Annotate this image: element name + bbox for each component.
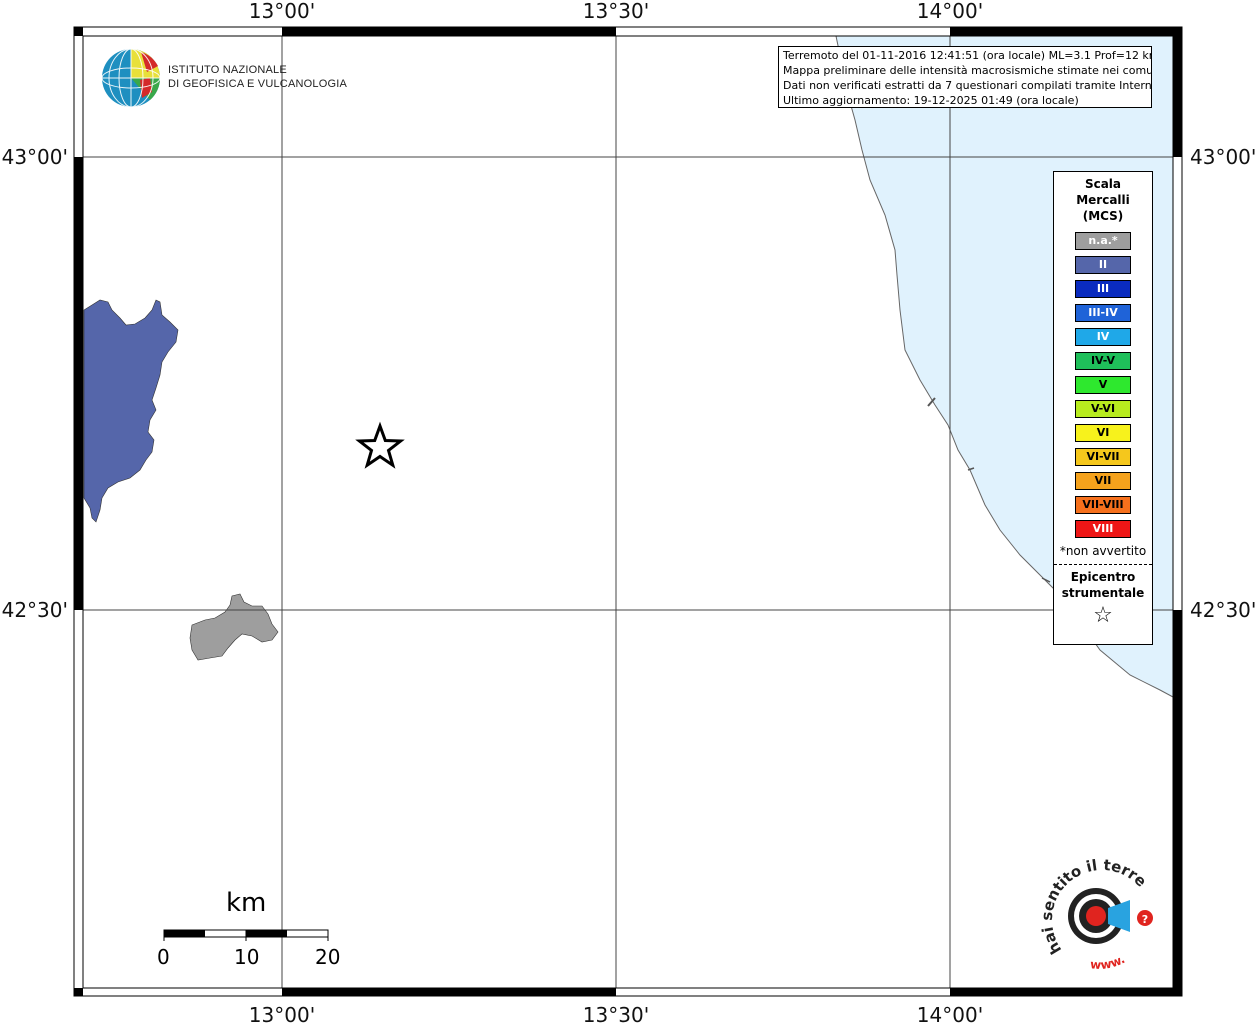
lon-label-bottom-2: 13°30' — [583, 1003, 649, 1024]
legend-item: IV — [1075, 328, 1131, 346]
lon-label-bottom-1: 13°00' — [249, 1003, 315, 1024]
legend-title-2: Mercalli — [1076, 193, 1130, 207]
legend-item: III-IV — [1075, 304, 1131, 322]
legend-item: V — [1075, 376, 1131, 394]
legend-item: VII-VIII — [1075, 496, 1131, 514]
svg-text:?: ? — [1142, 913, 1148, 926]
legend-star-icon: ☆ — [1093, 603, 1113, 628]
legend-item: III — [1075, 280, 1131, 298]
lon-label-bottom-3: 14°00' — [917, 1003, 983, 1024]
legend-title: Scala Mercalli (MCS) — [1054, 176, 1152, 224]
lon-label-top-2: 13°30' — [583, 0, 649, 23]
legend-item: VII — [1075, 472, 1131, 490]
scale-tick-10: 10 — [234, 945, 260, 969]
info-line-2: Mappa preliminare delle intensità macros… — [783, 64, 1152, 77]
lat-label-left-1: 43°00' — [2, 145, 68, 169]
legend-item: IV-V — [1075, 352, 1131, 370]
scale-tick-20: 20 — [315, 945, 341, 969]
event-info-box: Terremoto del 01-11-2016 12:41:51 (ora l… — [778, 46, 1152, 108]
legend-item: n.a.* — [1075, 232, 1131, 250]
scale-title: km — [226, 888, 267, 918]
info-line-3: Dati non verificati estratti da 7 questi… — [783, 79, 1152, 92]
legend-epicenter-line-1: Epicentro — [1070, 570, 1136, 584]
legend-title-3: (MCS) — [1082, 209, 1124, 223]
info-line-1: Terremoto del 01-11-2016 12:41:51 (ora l… — [783, 49, 1152, 62]
ingv-line-1: ISTITUTO NAZIONALE — [168, 64, 287, 76]
ingv-globe-logo-icon — [101, 48, 161, 108]
legend-note: *non avvertito — [1059, 544, 1147, 558]
info-line-4: Ultimo aggiornamento: 19-12-2025 01:49 (… — [783, 94, 1079, 107]
legend-separator — [1054, 564, 1152, 565]
legend-items: n.a.* II III III-IV IV IV-V V V-VI VI VI-VII VII VI… — [1054, 232, 1152, 538]
legend-item: VIII — [1075, 520, 1131, 538]
legend-item: VI-VII — [1075, 448, 1131, 466]
lon-label-top-3: 14°00' — [917, 0, 983, 23]
legend-item: V-VI — [1075, 400, 1131, 418]
legend-epicenter-line-2: strumentale — [1061, 586, 1145, 600]
legend-epicenter-label: Epicentro strumentale — [1054, 569, 1152, 601]
legend-item: VI — [1075, 424, 1131, 442]
lon-label-top-1: 13°00' — [249, 0, 315, 23]
lat-label-left-2: 42°30' — [2, 598, 68, 622]
legend-title-1: Scala — [1084, 177, 1122, 191]
scale-tick-0: 0 — [157, 945, 170, 969]
legend-item: II — [1075, 256, 1131, 274]
ingv-line-2: DI GEOFISICA E VULCANOLOGIA — [168, 78, 347, 90]
lat-label-right-1: 43°00' — [1190, 145, 1255, 169]
intensity-legend: Scala Mercalli (MCS) n.a.* II III III-IV IV I… — [1053, 171, 1153, 645]
ingv-logo-text: ISTITUTO NAZIONALE DI GEOFISICA E VULCAN… — [168, 63, 347, 91]
lat-label-right-2: 42°30' — [1190, 598, 1255, 622]
